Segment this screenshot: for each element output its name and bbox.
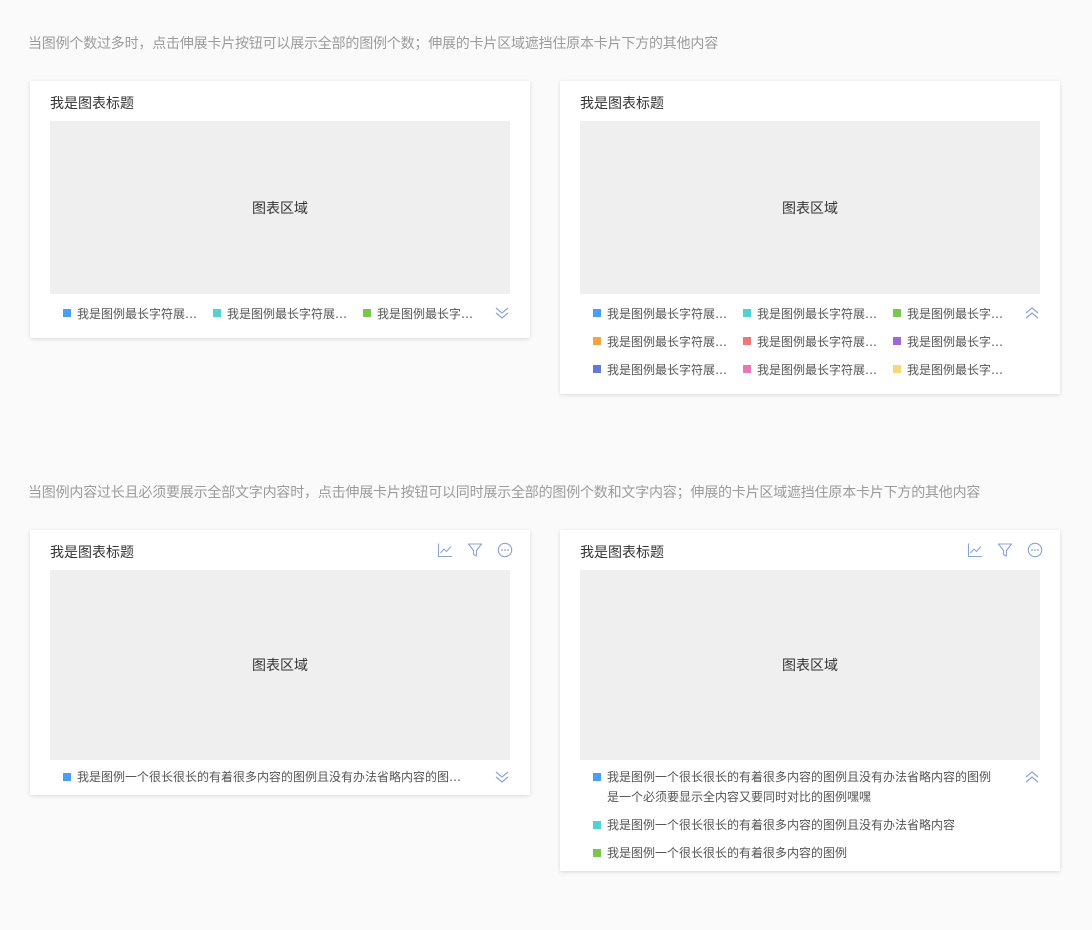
chart-area-label: 图表区域 xyxy=(782,200,838,217)
legend-swatch xyxy=(363,309,371,317)
line-chart-button[interactable] xyxy=(966,541,984,559)
legend-label: 我是图例最长字符展示宽度 xyxy=(607,306,729,321)
legend-item[interactable]: 我是图例最长字符展示宽度 xyxy=(893,305,1015,322)
legend-label: 我是图例一个很长很长的有着很多内容的图例且没有办法省略内容的图例是一个必须要显示… xyxy=(77,770,468,784)
legend-item[interactable]: 我是图例一个很长很长的有着很多内容的图例且没有办法省略内容的图例是一个必须要显示… xyxy=(63,767,468,787)
line-chart-button[interactable] xyxy=(436,541,454,559)
legend-row: 我是图例最长字符展示宽度 我是图例最长字符展示宽度 我是图例最长字符展示宽度 xyxy=(63,305,485,321)
filter-button[interactable] xyxy=(996,541,1014,559)
chart-area: 图表区域 xyxy=(50,121,510,294)
line-chart-icon xyxy=(437,543,452,558)
legend-item[interactable]: 我是图例最长字符展示宽度 xyxy=(893,333,1015,350)
legend-label: 我是图例最长字符展示宽度 xyxy=(77,306,199,321)
legend-row: 我是图例最长字符展示宽度 我是图例最长字符展示宽度 我是图例最长字符展示宽度 xyxy=(593,361,1015,377)
chart-area: 图表区域 xyxy=(580,570,1040,760)
legend-item[interactable]: 我是图例最长字符展示宽度 xyxy=(593,305,743,322)
section-note-legend-long-text: 当图例内容过长且必须要展示全部文字内容时，点击伸展卡片按钮可以同时展示全部的图例… xyxy=(28,485,981,501)
legend-swatch xyxy=(893,337,901,345)
line-chart-icon xyxy=(967,543,982,558)
legend-swatch xyxy=(593,337,601,345)
chart-area: 图表区域 xyxy=(580,121,1040,294)
legend-label: 我是图例最长字符展示宽度 xyxy=(377,306,485,321)
legend-item[interactable]: 我是图例最长字符展示宽度 xyxy=(213,305,363,322)
more-icon xyxy=(1027,542,1043,558)
card-title: 我是图表标题 xyxy=(580,96,664,112)
legend-swatch xyxy=(893,365,901,373)
legend-item[interactable]: 我是图例最长字符展示宽度 xyxy=(743,305,893,322)
chart-card-collapsed: 我是图表标题 图表区域 我是图例最长字符展示宽度 我是图例最长字符展示宽度 我是… xyxy=(30,81,530,338)
legend-label: 我是图例最长字符展示宽度 xyxy=(907,362,1015,377)
legend-item[interactable]: 我是图例最长字符展示宽度 xyxy=(593,333,743,350)
legend-label: 我是图例最长字符展示宽度 xyxy=(907,306,1015,321)
chevron-double-down-icon xyxy=(495,307,509,319)
legend-item[interactable]: 我是图例最长字符展示宽度 xyxy=(743,333,893,350)
chart-card-expanded-long: 我是图表标题 图表区域 我是图例一个很长很长的有着很多内容的图例且没有办法省略内… xyxy=(560,530,1060,871)
more-button[interactable] xyxy=(496,541,514,559)
chart-area-label: 图表区域 xyxy=(252,658,308,674)
legend-item[interactable]: 我是图例最长字符展示宽度 xyxy=(593,361,743,378)
legend-label: 我是图例最长字符展示宽度 xyxy=(757,334,879,349)
legend-label: 我是图例一个很长很长的有着很多内容的图例且没有办法省略内容的图例是一个必须要显示… xyxy=(607,770,992,804)
legend-swatch xyxy=(593,849,601,857)
legend-label: 我是图例最长字符展示宽度 xyxy=(607,362,729,377)
chart-area-label: 图表区域 xyxy=(782,658,838,674)
legend-label: 我是图例最长字符展示宽度 xyxy=(907,334,1015,349)
legend-swatch xyxy=(593,773,601,781)
chart-area-label: 图表区域 xyxy=(252,200,308,217)
legend-item[interactable]: 我是图例一个很长很长的有着很多内容的图例 xyxy=(593,843,998,863)
filter-icon xyxy=(997,543,1013,557)
chevron-double-up-icon xyxy=(1025,771,1039,783)
chevron-double-down-icon xyxy=(495,771,509,783)
collapse-card-button[interactable] xyxy=(1024,305,1040,321)
card-title: 我是图表标题 xyxy=(50,96,134,112)
card-toolbar xyxy=(966,541,1044,559)
card-title: 我是图表标题 xyxy=(50,545,134,561)
legend-swatch xyxy=(893,309,901,317)
chart-card-collapsed-long: 我是图表标题 图表区域 我是图例一个很长很长的有着很多内容的图例且没有办法省略内… xyxy=(30,530,530,795)
legend-swatch xyxy=(593,309,601,317)
legend-item[interactable]: 我是图例一个很长很长的有着很多内容的图例且没有办法省略内容的图例是一个必须要显示… xyxy=(593,767,998,807)
more-icon xyxy=(497,542,513,558)
section-note-legend-count: 当图例个数过多时，点击伸展卡片按钮可以展示全部的图例个数；伸展的卡片区域遮挡住原… xyxy=(28,36,718,52)
legend-swatch xyxy=(743,365,751,373)
legend-swatch xyxy=(213,309,221,317)
legend-label: 我是图例最长字符展示宽度 xyxy=(227,306,349,321)
expand-card-button[interactable] xyxy=(494,769,510,785)
legend-row: 我是图例最长字符展示宽度 我是图例最长字符展示宽度 我是图例最长字符展示宽度 xyxy=(593,305,1015,321)
collapse-card-button[interactable] xyxy=(1024,769,1040,785)
legend-swatch xyxy=(63,309,71,317)
card-toolbar xyxy=(436,541,514,559)
card-title: 我是图表标题 xyxy=(580,545,664,561)
legend-item[interactable]: 我是图例最长字符展示宽度 xyxy=(63,305,213,322)
filter-icon xyxy=(467,543,483,557)
legend-swatch xyxy=(743,309,751,317)
expand-card-button[interactable] xyxy=(494,305,510,321)
legend-swatch xyxy=(63,773,71,781)
legend-label: 我是图例最长字符展示宽度 xyxy=(757,362,879,377)
more-button[interactable] xyxy=(1026,541,1044,559)
chevron-double-up-icon xyxy=(1025,307,1039,319)
filter-button[interactable] xyxy=(466,541,484,559)
chart-area: 图表区域 xyxy=(50,570,510,760)
legend-swatch xyxy=(593,821,601,829)
legend-swatch xyxy=(593,365,601,373)
chart-card-expanded: 我是图表标题 图表区域 我是图例最长字符展示宽度 我是图例最长字符展示宽度 我是… xyxy=(560,81,1060,394)
legend-label: 我是图例最长字符展示宽度 xyxy=(607,334,729,349)
legend-label: 我是图例最长字符展示宽度 xyxy=(757,306,879,321)
legend-row: 我是图例最长字符展示宽度 我是图例最长字符展示宽度 我是图例最长字符展示宽度 xyxy=(593,333,1015,349)
legend-label: 我是图例一个很长很长的有着很多内容的图例且没有办法省略内容 xyxy=(607,818,956,832)
legend-label: 我是图例一个很长很长的有着很多内容的图例 xyxy=(607,846,848,860)
legend-item[interactable]: 我是图例最长字符展示宽度 xyxy=(363,305,485,322)
legend-swatch xyxy=(743,337,751,345)
legend-item[interactable]: 我是图例最长字符展示宽度 xyxy=(893,361,1015,378)
legend-item[interactable]: 我是图例最长字符展示宽度 xyxy=(743,361,893,378)
legend-item[interactable]: 我是图例一个很长很长的有着很多内容的图例且没有办法省略内容 xyxy=(593,815,998,835)
